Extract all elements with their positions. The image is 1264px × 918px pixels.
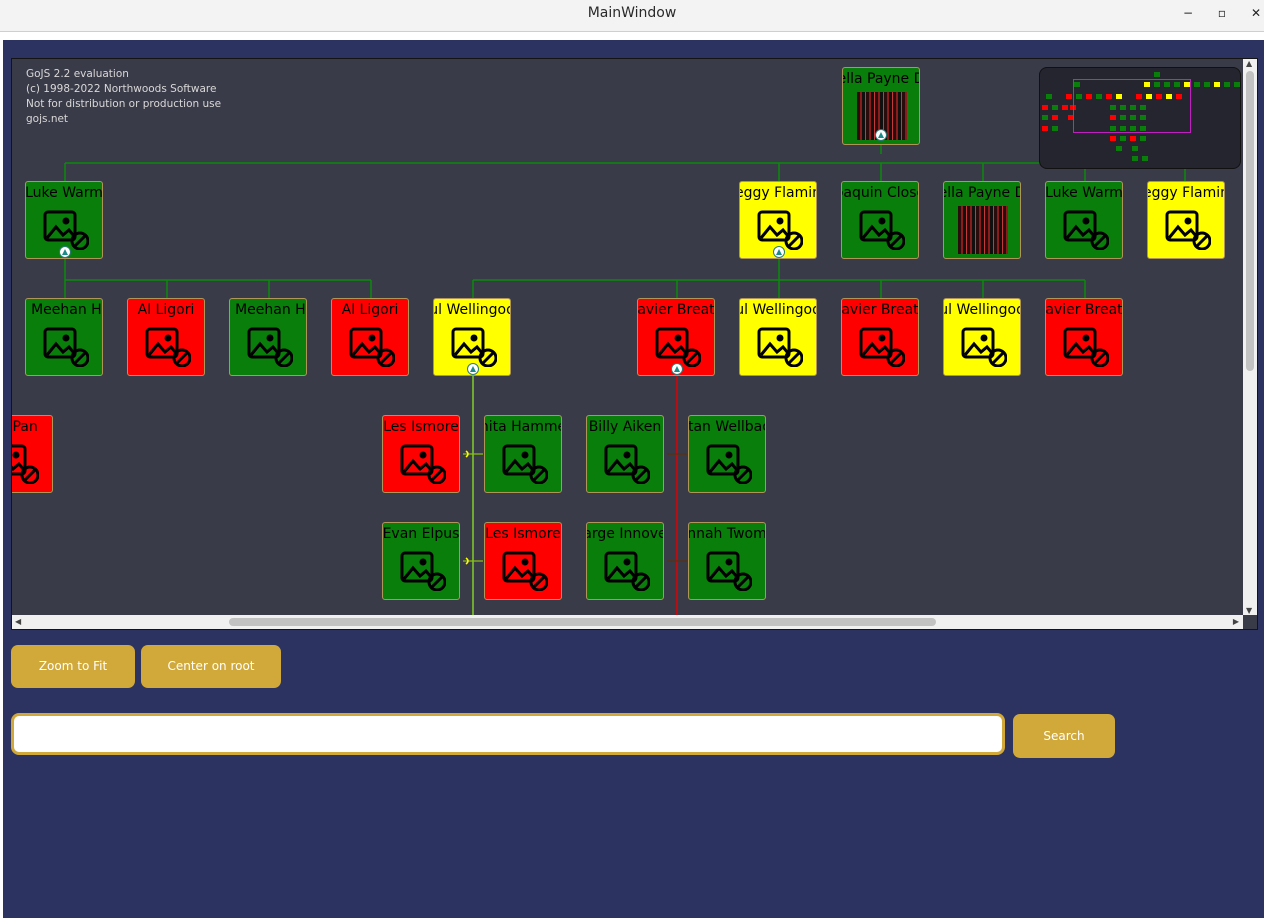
search-button[interactable]: Search xyxy=(1013,714,1115,758)
search-input[interactable] xyxy=(11,713,1005,755)
person-name: ul Wellingoo xyxy=(433,302,511,318)
person-node[interactable]: nita Hamme xyxy=(484,415,562,493)
person-name: hn Pan xyxy=(12,419,38,435)
center-on-root-button[interactable]: Center on root xyxy=(141,645,281,688)
org-chart-diagram[interactable]: GoJS 2.2 evaluation (c) 1998-2022 Northw… xyxy=(11,58,1258,630)
person-node[interactable]: Les Ismore xyxy=(382,415,460,493)
person-name: Les Ismore xyxy=(485,526,561,542)
person-name: g Meehan Ho xyxy=(230,302,306,318)
diagram-overview[interactable] xyxy=(1039,67,1241,169)
collapse-toggle-icon[interactable] xyxy=(875,129,887,141)
image-unavailable-icon xyxy=(1063,210,1109,250)
vertical-scroll-thumb[interactable] xyxy=(1246,71,1254,371)
collapse-toggle-icon[interactable] xyxy=(671,363,683,375)
person-name: ella Payne D xyxy=(843,71,919,87)
image-unavailable-icon xyxy=(43,327,89,367)
zoom-to-fit-button[interactable]: Zoom to Fit xyxy=(11,645,135,688)
horizontal-scroll-thumb[interactable] xyxy=(229,618,936,626)
person-node[interactable]: hn Pan xyxy=(12,415,53,493)
person-name: Evan Elpus xyxy=(382,526,460,542)
person-node[interactable]: ella Payne D xyxy=(943,181,1021,259)
scroll-left-icon[interactable]: ◀ xyxy=(15,617,21,626)
person-name: Luke Warm xyxy=(25,185,103,201)
person-node[interactable]: Luke Warm xyxy=(1045,181,1123,259)
person-name: eggy Flamin xyxy=(739,185,817,201)
person-node[interactable]: arge Innove xyxy=(586,522,664,600)
photo-thumbnail xyxy=(958,206,1008,254)
image-unavailable-icon xyxy=(400,444,446,484)
person-node[interactable]: itan Wellbac xyxy=(688,415,766,493)
collapse-toggle-icon[interactable] xyxy=(773,246,785,258)
person-name: Al Ligori xyxy=(137,302,195,318)
image-unavailable-icon xyxy=(12,444,39,484)
image-unavailable-icon xyxy=(502,551,548,591)
person-name: avier Breat xyxy=(637,302,715,318)
image-unavailable-icon xyxy=(400,551,446,591)
person-node[interactable]: g Meehan Ho xyxy=(229,298,307,376)
person-name: avier Breat xyxy=(1045,302,1123,318)
person-name: nnah Twom xyxy=(688,526,766,542)
collapse-toggle-icon[interactable] xyxy=(59,246,71,258)
close-button[interactable]: ✕ xyxy=(1248,5,1264,21)
minimize-button[interactable]: − xyxy=(1180,5,1196,21)
person-name: Al Ligori xyxy=(341,302,399,318)
window-title: MainWindow xyxy=(587,5,677,21)
person-name: itan Wellbac xyxy=(688,419,766,435)
person-node[interactable]: ul Wellingoo xyxy=(943,298,1021,376)
person-name: Les Ismore xyxy=(383,419,459,435)
person-node[interactable]: nnah Twom xyxy=(688,522,766,600)
horizontal-scrollbar[interactable]: ◀ ▶ xyxy=(12,615,1243,629)
image-unavailable-icon xyxy=(247,327,293,367)
image-unavailable-icon xyxy=(1165,210,1211,250)
title-bar: MainWindow − ▫ ✕ xyxy=(0,0,1264,32)
image-unavailable-icon xyxy=(451,327,497,367)
person-name: Billy Aiken xyxy=(588,419,662,435)
image-unavailable-icon xyxy=(43,210,89,250)
image-unavailable-icon xyxy=(349,327,395,367)
collapse-toggle-icon[interactable] xyxy=(467,363,479,375)
image-unavailable-icon xyxy=(706,551,752,591)
person-node[interactable]: avier Breat xyxy=(1045,298,1123,376)
person-node[interactable]: g Meehan Ho xyxy=(25,298,103,376)
overview-viewport-box[interactable] xyxy=(1073,79,1191,133)
person-name: avier Breat xyxy=(841,302,919,318)
image-unavailable-icon xyxy=(757,327,803,367)
person-name: arge Innove xyxy=(586,526,664,542)
image-unavailable-icon xyxy=(1063,327,1109,367)
image-unavailable-icon xyxy=(706,444,752,484)
scroll-down-icon[interactable]: ▼ xyxy=(1246,606,1252,615)
person-name: nita Hamme xyxy=(484,419,562,435)
person-node[interactable]: Les Ismore xyxy=(484,522,562,600)
image-unavailable-icon xyxy=(757,210,803,250)
person-node[interactable]: ul Wellingoo xyxy=(739,298,817,376)
person-name: Luke Warm xyxy=(1045,185,1123,201)
person-name: ul Wellingoo xyxy=(739,302,817,318)
window-frame xyxy=(0,32,1264,40)
person-name: g Meehan Ho xyxy=(26,302,102,318)
person-name: eggy Flamin xyxy=(1147,185,1225,201)
person-node[interactable]: eggy Flamin xyxy=(1147,181,1225,259)
image-unavailable-icon xyxy=(859,327,905,367)
person-node[interactable]: Al Ligori xyxy=(127,298,205,376)
image-unavailable-icon xyxy=(145,327,191,367)
scroll-up-icon[interactable]: ▲ xyxy=(1246,59,1252,68)
person-node[interactable]: Al Ligori xyxy=(331,298,409,376)
maximize-button[interactable]: ▫ xyxy=(1214,5,1230,21)
vertical-scrollbar[interactable]: ▲ ▼ xyxy=(1243,59,1257,615)
window-frame-left xyxy=(0,40,3,918)
image-unavailable-icon xyxy=(604,551,650,591)
person-node[interactable]: Billy Aiken xyxy=(586,415,664,493)
image-unavailable-icon xyxy=(502,444,548,484)
image-unavailable-icon xyxy=(859,210,905,250)
image-unavailable-icon xyxy=(961,327,1007,367)
person-name: oaquin Close xyxy=(842,185,918,201)
person-name: ella Payne D xyxy=(944,185,1020,201)
scroll-right-icon[interactable]: ▶ xyxy=(1233,617,1239,626)
image-unavailable-icon xyxy=(604,444,650,484)
person-node[interactable]: oaquin Close xyxy=(841,181,919,259)
image-unavailable-icon xyxy=(655,327,701,367)
person-name: ul Wellingoo xyxy=(943,302,1021,318)
person-node[interactable]: avier Breat xyxy=(841,298,919,376)
person-node[interactable]: Evan Elpus xyxy=(382,522,460,600)
